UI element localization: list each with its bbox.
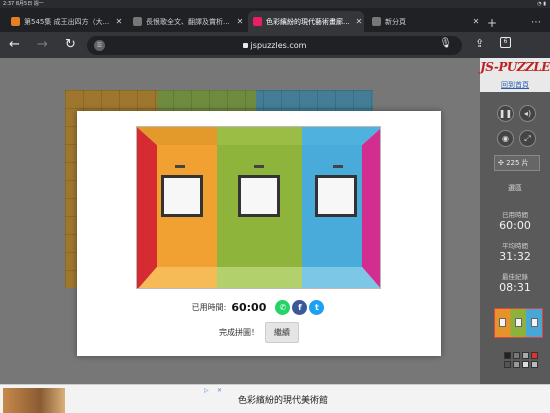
close-icon[interactable]: ✕ [235,17,245,26]
piece-count-select[interactable]: ✣ 225 片 [494,155,540,171]
sidebar-panel: JS-PUZZLE 回到首頁 ❚❚ ◂) ◉ ⤢ ✣ 225 片 選區 已用時間… [480,58,550,384]
close-icon[interactable]: ✕ [114,17,124,26]
ad-text[interactable]: 色彩繽紛的現代美術館 [238,393,328,406]
close-icon[interactable]: ✕ [471,17,481,26]
sound-icon[interactable]: ◂) [519,105,536,122]
continue-button[interactable]: 繼續 [265,322,299,343]
fullscreen-icon[interactable]: ⤢ [519,130,536,147]
bg-color-swatch[interactable] [513,352,520,359]
lock-icon [242,43,248,48]
tab-title: 長恨歌全文、翻譯及賞析... [146,17,230,26]
tab-favicon [372,17,381,26]
url-text: jspuzzles.com [250,41,307,50]
tab-favicon [133,17,142,26]
bg-color-swatch[interactable] [531,352,538,359]
average-time-value: 31:32 [499,250,531,263]
tab-title: 第545集 成王出四方（大... [24,17,110,26]
forward-arrow-icon[interactable]: → [37,36,48,54]
tab-0[interactable]: 第545集 成王出四方（大... ✕ [6,11,124,32]
more-icon[interactable]: ⋯ [531,17,541,28]
bg-color-swatch[interactable] [522,361,529,368]
facebook-icon[interactable]: f [292,300,308,315]
puzzle-thumbnail[interactable] [494,308,543,338]
new-tab-icon[interactable]: + [487,16,497,30]
status-bar: 2:37 8月5日 週一 ◔ ▮ [0,0,550,8]
reload-icon[interactable]: ↻ [65,36,76,54]
shuffle-link[interactable]: 選區 [480,183,550,193]
completed-puzzle-image [136,126,381,289]
pause-icon[interactable]: ❚❚ [497,105,514,122]
ad-banner[interactable]: ▷ ✕ 色彩繽紛的現代美術館 [0,384,550,413]
elapsed-label: 已用時間: [191,303,227,312]
back-arrow-icon[interactable]: ← [9,36,20,54]
elapsed-time-label: 已用時間 [502,211,528,219]
browser-toolbar: ← → ↻ ☰ jspuzzles.com 🎙 ⇪ [0,32,550,58]
tab-strip: 第545集 成王出四方（大... ✕ 長恨歌全文、翻譯及賞析... ✕ 色彩繽紛… [0,8,550,32]
bg-color-swatch[interactable] [504,361,511,368]
battery-indicator: ◔ ▮ [537,1,546,7]
tab-title: 色彩繽紛的現代藝術畫廊... [266,17,350,26]
elapsed-value: 60:00 [231,301,267,314]
tab-favicon [253,17,262,26]
elapsed-row: 已用時間: 60:00 ✆ f t [77,300,441,315]
whatsapp-icon[interactable]: ✆ [275,300,291,315]
elapsed-time-value: 60:00 [499,219,531,232]
tab-2[interactable]: 色彩繽紛的現代藝術畫廊... ✕ [248,11,364,32]
adchoices-icon[interactable]: ▷ [204,387,209,394]
bg-color-swatch[interactable] [504,352,511,359]
logo-area: JS-PUZZLE 回到首頁 [480,58,550,92]
puzzle-icon: ✣ [498,159,507,167]
tab-favicon [11,17,20,26]
bg-color-swatch[interactable] [513,361,520,368]
share-icon[interactable]: ⇪ [475,37,484,50]
twitter-icon[interactable]: t [309,300,325,315]
completion-message: 完成拼圖！ [219,328,259,337]
completion-row: 完成拼圖！ 繼續 [77,322,441,343]
tab-3[interactable]: 新分頁 ✕ [367,11,481,32]
ad-close-icon[interactable]: ✕ [217,387,222,394]
tab-1[interactable]: 長恨歌全文、翻譯及賞析... ✕ [128,11,245,32]
status-time: 2:37 8月5日 週一 [3,1,44,7]
preview-icon[interactable]: ◉ [497,130,514,147]
tab-title: 新分頁 [385,17,406,26]
site-logo: JS-PUZZLE [480,60,550,74]
best-record-value: 08:31 [499,281,531,294]
piece-count-value: 225 片 [506,159,529,167]
close-icon[interactable]: ✕ [354,17,364,26]
address-bar[interactable]: ☰ jspuzzles.com 🎙 [87,36,462,55]
bg-color-swatch[interactable] [531,361,538,368]
average-time-label: 平均時間 [502,242,528,250]
completion-dialog: 已用時間: 60:00 ✆ f t 完成拼圖！ 繼續 [77,111,441,356]
ad-image[interactable] [3,388,65,413]
microphone-icon[interactable]: 🎙 [439,38,452,49]
home-link[interactable]: 回到首頁 [480,80,550,90]
bg-color-swatch[interactable] [522,352,529,359]
best-record-label: 最佳紀錄 [502,273,528,281]
tab-count-button[interactable]: 6 [500,37,511,48]
